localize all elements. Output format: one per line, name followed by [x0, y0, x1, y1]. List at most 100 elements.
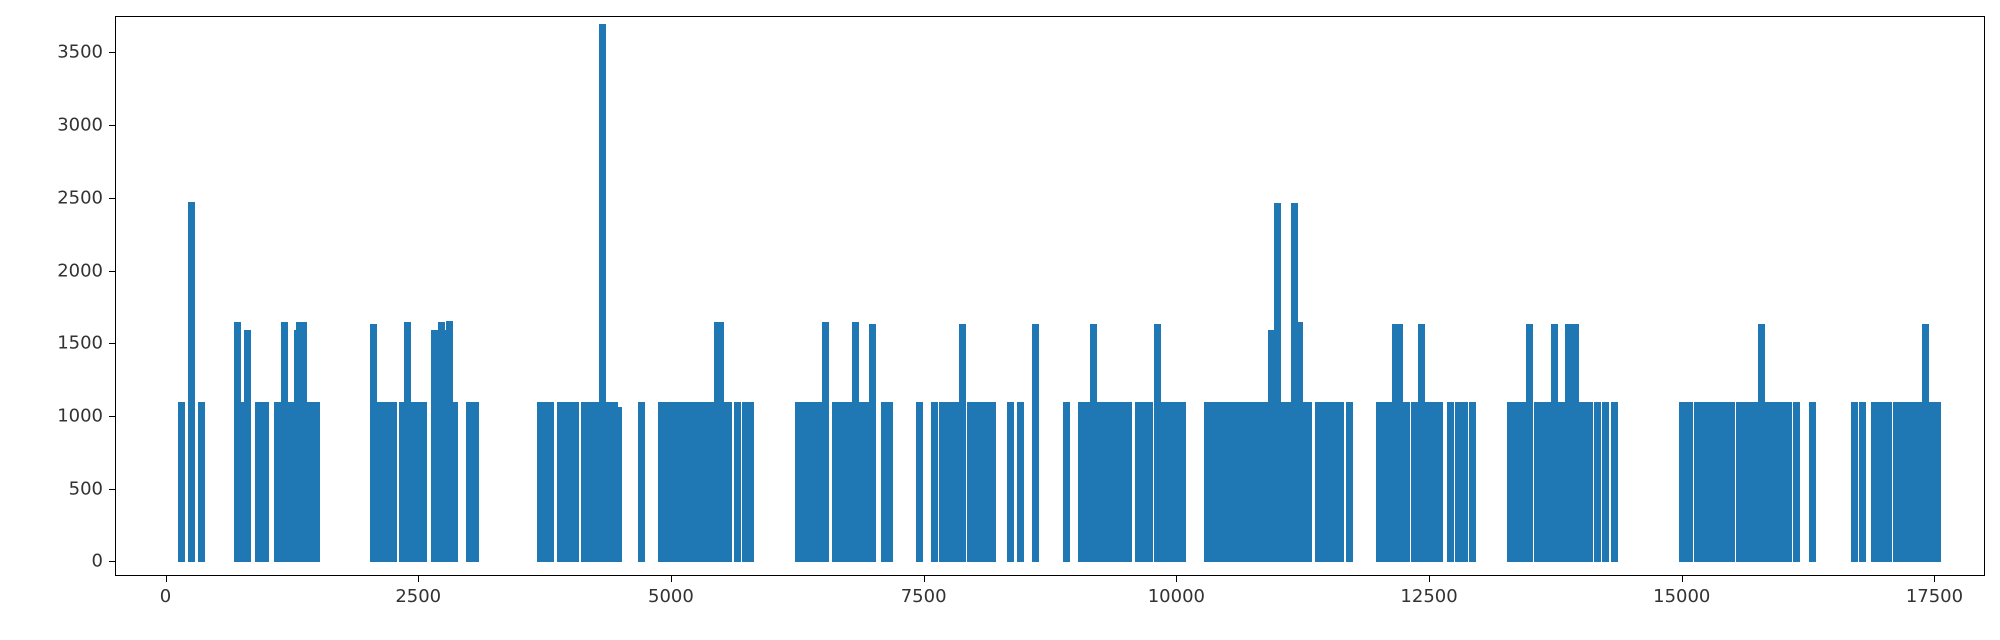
data-spike [198, 402, 205, 562]
data-spike [886, 402, 893, 562]
data-spike [1851, 402, 1858, 562]
data-spike [959, 324, 966, 563]
data-spike [747, 402, 754, 562]
y-tick-label: 3000 [57, 115, 103, 136]
data-spike [615, 407, 622, 563]
data-spike [1083, 402, 1090, 562]
data-spike [1125, 402, 1132, 562]
data-spike [1007, 402, 1014, 562]
data-spike [390, 402, 397, 562]
data-spike [1032, 324, 1039, 563]
data-spike [1159, 402, 1166, 562]
data-spike [638, 402, 645, 562]
data-spike [1885, 402, 1892, 562]
data-spike [1859, 402, 1866, 562]
data-spike [1305, 402, 1312, 562]
data-spike [725, 402, 732, 562]
data-spike [734, 402, 741, 562]
data-spike [1579, 402, 1586, 562]
x-tick [1934, 576, 1935, 582]
x-tick-label: 10000 [1148, 586, 1205, 607]
data-spike [1572, 324, 1579, 563]
y-tick-label: 2000 [57, 260, 103, 281]
data-spike [1461, 402, 1468, 562]
data-spike [188, 202, 195, 563]
x-tick-label: 5000 [648, 586, 694, 607]
data-spike [822, 322, 829, 562]
data-spike [262, 402, 269, 562]
y-tick [109, 52, 115, 53]
data-spike [1747, 402, 1754, 562]
y-tick-label: 1500 [57, 333, 103, 354]
x-tick [166, 576, 167, 582]
x-tick [924, 576, 925, 582]
data-spike [1871, 402, 1878, 562]
data-spike [1526, 324, 1533, 563]
data-spike [244, 330, 251, 563]
data-spike [1017, 402, 1024, 562]
data-spike [451, 402, 458, 562]
data-spike [869, 324, 876, 563]
y-tick [109, 125, 115, 126]
x-tick-label: 7500 [901, 586, 947, 607]
plot-area [115, 16, 1985, 576]
data-spike [1551, 324, 1558, 563]
y-tick-label: 2500 [57, 187, 103, 208]
data-spike [1403, 402, 1410, 562]
data-spike [1558, 402, 1565, 562]
data-spike [1586, 402, 1593, 562]
x-tick [671, 576, 672, 582]
x-tick-label: 0 [160, 586, 171, 607]
data-spike [1809, 402, 1816, 562]
x-tick-label: 2500 [395, 586, 441, 607]
data-spike [1785, 402, 1792, 562]
data-spike [1679, 402, 1686, 562]
data-spike [1063, 402, 1070, 562]
data-spike [1179, 402, 1186, 562]
data-spike [404, 322, 411, 562]
data-spike [313, 402, 320, 562]
y-tick [109, 561, 115, 562]
y-tick [109, 198, 115, 199]
x-tick-label: 17500 [1906, 586, 1963, 607]
data-spike [178, 402, 185, 562]
y-tick [109, 416, 115, 417]
y-tick-label: 1000 [57, 406, 103, 427]
y-tick [109, 489, 115, 490]
data-spike [1878, 402, 1885, 562]
data-spike [1337, 402, 1344, 562]
x-tick [1682, 576, 1683, 582]
data-spike [1611, 402, 1618, 562]
data-spike [916, 402, 923, 562]
data-spike [1436, 402, 1443, 562]
data-spike [1447, 402, 1454, 562]
data-spike [1934, 402, 1941, 562]
data-spike [1602, 402, 1609, 562]
y-tick [109, 271, 115, 272]
data-spike [1893, 402, 1900, 562]
data-spike [472, 402, 479, 562]
data-spike [931, 402, 938, 562]
x-tick [1429, 576, 1430, 582]
data-spike [1146, 402, 1153, 562]
data-spike [1686, 402, 1693, 562]
data-spike [420, 402, 427, 562]
figure: 0 2500 5000 7500 10000 12500 15000 17500 0 500 100… [0, 0, 2000, 640]
data-spike [1594, 402, 1601, 562]
x-tick [1176, 576, 1177, 582]
y-tick [109, 343, 115, 344]
data-spike [1565, 324, 1572, 563]
y-tick-label: 0 [92, 551, 103, 572]
x-tick-label: 12500 [1400, 586, 1457, 607]
data-spike [547, 402, 554, 562]
data-spike [1728, 402, 1735, 562]
data-spike [572, 402, 579, 562]
x-tick-label: 15000 [1653, 586, 1710, 607]
x-tick [418, 576, 419, 582]
data-spike [1172, 402, 1179, 562]
data-spike [1793, 402, 1800, 562]
y-tick-label: 500 [69, 478, 103, 499]
data-spike [989, 402, 996, 562]
data-spike [1469, 402, 1476, 562]
y-tick-label: 3500 [57, 42, 103, 63]
